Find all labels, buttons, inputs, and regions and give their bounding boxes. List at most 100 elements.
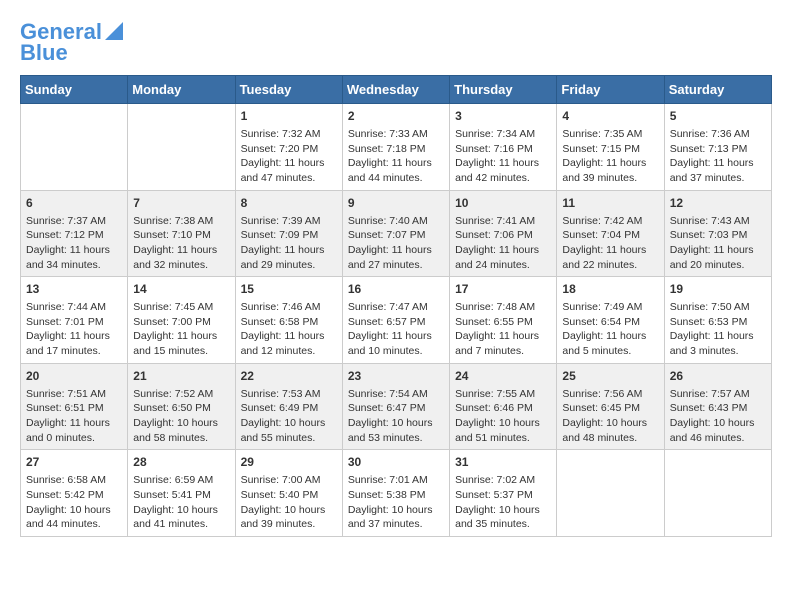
calendar-cell: 26Sunrise: 7:57 AMSunset: 6:43 PMDayligh… <box>664 363 771 450</box>
day-content: Sunrise: 7:00 AMSunset: 5:40 PMDaylight:… <box>241 473 337 532</box>
day-content: Sunrise: 7:49 AMSunset: 6:54 PMDaylight:… <box>562 300 658 359</box>
logo-blue-text: Blue <box>20 41 68 65</box>
calendar-body: 1Sunrise: 7:32 AMSunset: 7:20 PMDaylight… <box>21 104 772 537</box>
day-number: 14 <box>133 281 229 298</box>
day-content: Sunrise: 7:46 AMSunset: 6:58 PMDaylight:… <box>241 300 337 359</box>
day-number: 13 <box>26 281 122 298</box>
sunset-text: Sunset: 7:10 PM <box>133 229 211 241</box>
weekday-header-saturday: Saturday <box>664 76 771 104</box>
sunrise-text: Sunrise: 7:01 AM <box>348 474 428 486</box>
calendar-cell: 1Sunrise: 7:32 AMSunset: 7:20 PMDaylight… <box>235 104 342 191</box>
daylight-text: Daylight: 11 hours and 32 minutes. <box>133 244 217 271</box>
sunrise-text: Sunrise: 7:41 AM <box>455 215 535 227</box>
day-content: Sunrise: 7:34 AMSunset: 7:16 PMDaylight:… <box>455 127 551 186</box>
sunrise-text: Sunrise: 7:55 AM <box>455 388 535 400</box>
day-content: Sunrise: 7:55 AMSunset: 6:46 PMDaylight:… <box>455 387 551 446</box>
daylight-text: Daylight: 11 hours and 24 minutes. <box>455 244 539 271</box>
page-header: General Blue <box>20 20 772 65</box>
day-content: Sunrise: 7:41 AMSunset: 7:06 PMDaylight:… <box>455 214 551 273</box>
daylight-text: Daylight: 10 hours and 58 minutes. <box>133 417 218 444</box>
calendar-week-5: 27Sunrise: 6:58 AMSunset: 5:42 PMDayligh… <box>21 450 772 537</box>
sunrise-text: Sunrise: 7:33 AM <box>348 128 428 140</box>
calendar-cell: 4Sunrise: 7:35 AMSunset: 7:15 PMDaylight… <box>557 104 664 191</box>
day-content: Sunrise: 7:43 AMSunset: 7:03 PMDaylight:… <box>670 214 766 273</box>
weekday-header-friday: Friday <box>557 76 664 104</box>
day-number: 19 <box>670 281 766 298</box>
sunrise-text: Sunrise: 7:49 AM <box>562 301 642 313</box>
day-number: 25 <box>562 368 658 385</box>
sunrise-text: Sunrise: 7:42 AM <box>562 215 642 227</box>
daylight-text: Daylight: 11 hours and 27 minutes. <box>348 244 432 271</box>
day-content: Sunrise: 7:40 AMSunset: 7:07 PMDaylight:… <box>348 214 444 273</box>
day-content: Sunrise: 7:01 AMSunset: 5:38 PMDaylight:… <box>348 473 444 532</box>
day-number: 16 <box>348 281 444 298</box>
sunset-text: Sunset: 6:46 PM <box>455 402 533 414</box>
sunset-text: Sunset: 6:49 PM <box>241 402 319 414</box>
calendar-cell: 23Sunrise: 7:54 AMSunset: 6:47 PMDayligh… <box>342 363 449 450</box>
calendar-cell <box>557 450 664 537</box>
day-content: Sunrise: 6:59 AMSunset: 5:41 PMDaylight:… <box>133 473 229 532</box>
day-content: Sunrise: 7:33 AM Sunset: 7:18 PM Daylight:… <box>348 127 444 186</box>
logo-icon <box>105 22 123 40</box>
daylight-text: Daylight: 11 hours and 3 minutes. <box>670 330 754 357</box>
daylight-text: Daylight: 11 hours and 39 minutes. <box>562 157 646 184</box>
day-number: 17 <box>455 281 551 298</box>
sunset-text: Sunset: 7:07 PM <box>348 229 426 241</box>
calendar-cell: 17Sunrise: 7:48 AMSunset: 6:55 PMDayligh… <box>450 277 557 364</box>
sunset-text: Sunset: 6:45 PM <box>562 402 640 414</box>
daylight-text: Daylight: 11 hours and 10 minutes. <box>348 330 432 357</box>
sunrise-text: Sunrise: 7:36 AM <box>670 128 750 140</box>
day-number: 8 <box>241 195 337 212</box>
sunrise-text: Sunrise: 7:47 AM <box>348 301 428 313</box>
daylight-text: Daylight: 11 hours and 12 minutes. <box>241 330 325 357</box>
day-content: Sunrise: 7:02 AMSunset: 5:37 PMDaylight:… <box>455 473 551 532</box>
calendar-cell: 10Sunrise: 7:41 AMSunset: 7:06 PMDayligh… <box>450 190 557 277</box>
daylight-text: Daylight: 11 hours and 15 minutes. <box>133 330 217 357</box>
sunset-text: Sunset: 5:41 PM <box>133 489 211 501</box>
daylight-text: Daylight: 11 hours and 17 minutes. <box>26 330 110 357</box>
day-number: 18 <box>562 281 658 298</box>
daylight-text: Daylight: 11 hours and 37 minutes. <box>670 157 754 184</box>
daylight-text: Daylight: 11 hours and 29 minutes. <box>241 244 325 271</box>
daylight-text: Daylight: 10 hours and 53 minutes. <box>348 417 433 444</box>
calendar-cell: 16Sunrise: 7:47 AMSunset: 6:57 PMDayligh… <box>342 277 449 364</box>
day-number: 30 <box>348 454 444 471</box>
sunrise-text: Sunrise: 7:37 AM <box>26 215 106 227</box>
calendar-cell: 28Sunrise: 6:59 AMSunset: 5:41 PMDayligh… <box>128 450 235 537</box>
sunset-text: Sunset: 5:40 PM <box>241 489 319 501</box>
sunset-text: Sunset: 6:47 PM <box>348 402 426 414</box>
daylight-text: Daylight: 11 hours and 22 minutes. <box>562 244 646 271</box>
daylight-text: Daylight: 10 hours and 48 minutes. <box>562 417 647 444</box>
calendar-cell: 27Sunrise: 6:58 AMSunset: 5:42 PMDayligh… <box>21 450 128 537</box>
day-content: Sunrise: 7:50 AM Sunset: 6:53 PM Daylight:… <box>670 300 766 359</box>
sunrise-text: Sunrise: 7:54 AM <box>348 388 428 400</box>
calendar-week-4: 20Sunrise: 7:51 AMSunset: 6:51 PMDayligh… <box>21 363 772 450</box>
sunset-text: Sunset: 7:12 PM <box>26 229 104 241</box>
daylight-text: Daylight: 11 hours and 44 minutes. <box>348 157 432 184</box>
calendar-cell: 9Sunrise: 7:40 AMSunset: 7:07 PMDaylight… <box>342 190 449 277</box>
day-number: 27 <box>26 454 122 471</box>
sunrise-text: Sunrise: 7:52 AM <box>133 388 213 400</box>
day-number: 15 <box>241 281 337 298</box>
sunrise-text: Sunrise: 7:35 AM <box>562 128 642 140</box>
calendar-cell: 3Sunrise: 7:34 AMSunset: 7:16 PMDaylight… <box>450 104 557 191</box>
calendar-cell: 15 Sunrise: 7:46 AMSunset: 6:58 PMDayligh… <box>235 277 342 364</box>
daylight-text: Daylight: 11 hours and 42 minutes. <box>455 157 539 184</box>
sunset-text: Sunset: 7:15 PM <box>562 143 640 155</box>
day-content: Sunrise: 7:39 AMSunset: 7:09 PMDaylight:… <box>241 214 337 273</box>
sunset-text: Sunset: 6:55 PM <box>455 316 533 328</box>
calendar-week-1: 1Sunrise: 7:32 AMSunset: 7:20 PMDaylight… <box>21 104 772 191</box>
sunrise-text: Sunrise: 7:50 AM <box>670 301 750 313</box>
day-number: 6 <box>26 195 122 212</box>
sunset-text: Sunset: 7:18 PM <box>348 143 426 155</box>
daylight-text: Daylight: 11 hours and 20 minutes. <box>670 244 754 271</box>
daylight-text: Daylight: 11 hours and 0 minutes. <box>26 417 110 444</box>
calendar-cell: 21Sunrise: 7:52 AMSunset: 6:50 PMDayligh… <box>128 363 235 450</box>
sunset-text: Sunset: 6:53 PM <box>670 316 748 328</box>
day-number: 31 <box>455 454 551 471</box>
sunrise-text: Sunrise: 7:56 AM <box>562 388 642 400</box>
day-number: 24 <box>455 368 551 385</box>
daylight-text: Daylight: 11 hours and 7 minutes. <box>455 330 539 357</box>
daylight-text: Daylight: 10 hours and 41 minutes. <box>133 504 218 531</box>
calendar-cell <box>21 104 128 191</box>
